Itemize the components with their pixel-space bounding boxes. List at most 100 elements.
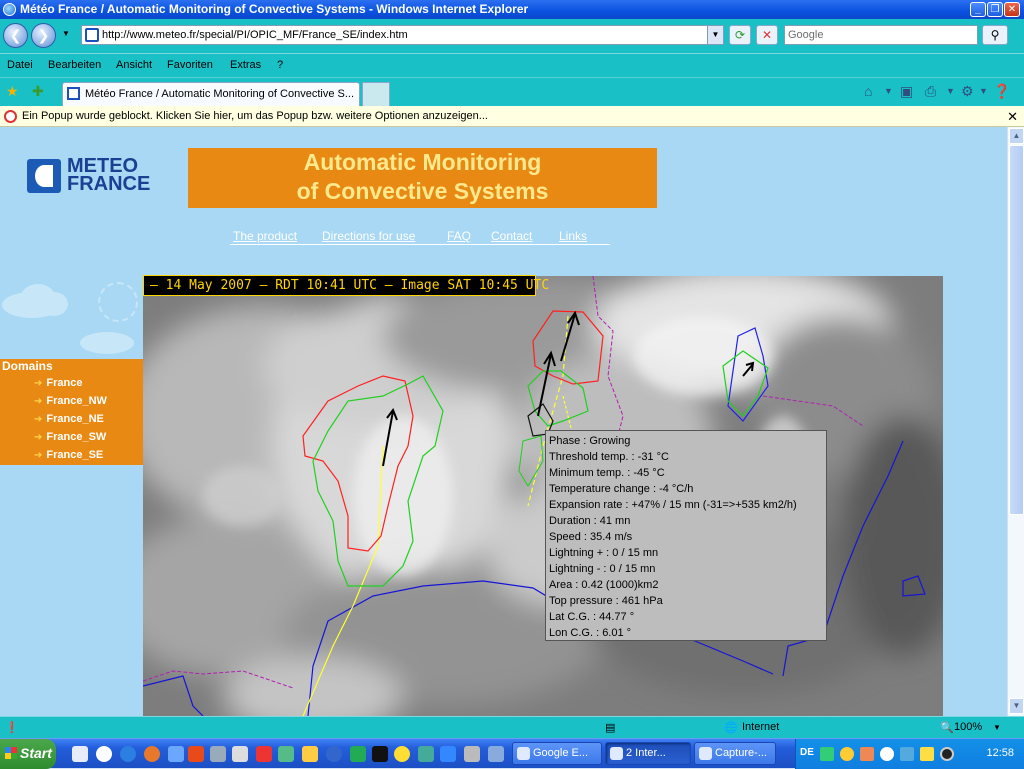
taskbar-app-google-earth[interactable]: Google E...	[512, 742, 602, 765]
new-tab-button[interactable]	[362, 82, 390, 106]
taskbar-app-label: 2 Inter...	[626, 747, 666, 759]
domain-france-ne[interactable]: France_NE	[34, 413, 103, 425]
home-dropdown-icon[interactable]: ▼	[884, 86, 893, 96]
menu-datei[interactable]: Datei	[7, 59, 33, 71]
taskbar-app-label: Capture-...	[715, 747, 767, 759]
warning-icon[interactable]: ❗	[5, 721, 19, 734]
info-temperature-change: Temperature change : -4 °C/h	[549, 483, 694, 495]
stop-button[interactable]: ✕	[756, 25, 778, 45]
tray-panda-icon[interactable]	[880, 747, 894, 761]
info-area: Area : 0.42 (1000)km2	[549, 579, 659, 591]
restore-button[interactable]: ❐	[987, 2, 1003, 17]
quicklaunch-tool-icon[interactable]	[210, 746, 226, 762]
scroll-up-icon[interactable]: ▲	[1009, 128, 1024, 144]
taskbar-app-internet-explorer[interactable]: 2 Inter...	[605, 742, 691, 765]
home-icon[interactable]: ⌂	[864, 83, 872, 99]
menu-ansicht[interactable]: Ansicht	[116, 59, 152, 71]
cell-info-panel: Phase : Growing Threshold temp. : -31 °C…	[545, 430, 827, 641]
tray-network-icon[interactable]	[820, 747, 834, 761]
menu-extras[interactable]: Extras	[230, 59, 261, 71]
start-button[interactable]: Start	[0, 739, 56, 769]
infobar-close-icon[interactable]: ✕	[1007, 106, 1018, 127]
search-button[interactable]: ⚲	[982, 25, 1008, 45]
back-button[interactable]: ❮	[3, 23, 28, 48]
window-title: Météo France / Automatic Monitoring of C…	[20, 2, 529, 16]
quicklaunch-eye-icon[interactable]	[326, 746, 342, 762]
nav-links[interactable]: Links	[559, 229, 587, 243]
minimize-button[interactable]: _	[970, 2, 986, 17]
domains-title: Domains	[2, 359, 53, 373]
page-banner: Automatic Monitoring of Convective Syste…	[188, 148, 657, 208]
close-button[interactable]: ✕	[1004, 2, 1020, 17]
menu-help[interactable]: ?	[277, 59, 283, 71]
logo-text: METEO FRANCE	[67, 156, 150, 194]
language-indicator[interactable]: DE	[800, 747, 814, 758]
quicklaunch-chart-icon[interactable]	[278, 746, 294, 762]
tools-gear-icon[interactable]: ⚙	[961, 83, 974, 100]
history-dropdown-icon[interactable]: ▼	[62, 29, 70, 38]
address-bar[interactable]: http://www.meteo.fr/special/PI/OPIC_MF/F…	[81, 25, 724, 45]
popup-blocked-infobar[interactable]: Ein Popup wurde geblockt. Klicken Sie hi…	[0, 106, 1024, 127]
quicklaunch-ie-icon[interactable]	[120, 746, 136, 762]
favorites-star-icon[interactable]: ★	[6, 83, 19, 100]
quicklaunch-desktop-icon[interactable]	[72, 746, 88, 762]
status-bar: ❗ ▤ 🌐 Internet 🔍 100% ▼	[0, 716, 1024, 738]
tab-meteo-france[interactable]: Météo France / Automatic Monitoring of C…	[62, 82, 360, 106]
page-icon	[67, 87, 80, 100]
infobar-text[interactable]: Ein Popup wurde geblockt. Klicken Sie hi…	[22, 110, 488, 122]
quicklaunch-extra-icon[interactable]	[464, 746, 480, 762]
taskbar-app-capture[interactable]: Capture-...	[694, 742, 776, 765]
zoom-level[interactable]: 100%	[954, 721, 982, 733]
tools-dropdown-icon[interactable]: ▼	[979, 86, 988, 96]
address-dropdown-icon[interactable]: ▼	[707, 26, 723, 44]
quicklaunch-pulse-icon[interactable]	[372, 746, 388, 762]
forward-button[interactable]: ❯	[31, 23, 56, 48]
quicklaunch-panda-icon[interactable]	[96, 746, 112, 762]
print-icon[interactable]: ⎙	[925, 83, 936, 100]
quicklaunch-calendar-icon[interactable]	[232, 746, 248, 762]
system-tray: DE 12:58	[795, 739, 1024, 769]
scroll-down-icon[interactable]: ▼	[1009, 698, 1024, 714]
nav-contact[interactable]: Contact	[491, 229, 532, 243]
meteo-france-logo[interactable]: METEO FRANCE	[27, 156, 153, 197]
feeds-icon[interactable]: ▣	[900, 83, 913, 100]
menu-bar: Datei Bearbeiten Ansicht Favoriten Extra…	[0, 53, 1024, 77]
quicklaunch-app-icon[interactable]	[168, 746, 184, 762]
tray-disc-icon[interactable]	[940, 747, 954, 761]
quicklaunch-more-icon[interactable]	[488, 746, 504, 762]
menu-bearbeiten[interactable]: Bearbeiten	[48, 59, 101, 71]
tray-security-icon[interactable]	[840, 747, 854, 761]
search-input[interactable]: Google	[784, 25, 978, 45]
menu-favoriten[interactable]: Favoriten	[167, 59, 213, 71]
address-url[interactable]: http://www.meteo.fr/special/PI/OPIC_MF/F…	[102, 29, 408, 41]
quicklaunch-sun-icon[interactable]	[394, 746, 410, 762]
zoom-dropdown-icon[interactable]: ▼	[993, 723, 1001, 732]
nav-the-product[interactable]: The product	[233, 229, 297, 243]
tray-pen-icon[interactable]	[920, 747, 934, 761]
tab-label: Météo France / Automatic Monitoring of C…	[85, 88, 355, 100]
quicklaunch-triangle-icon[interactable]	[256, 746, 272, 762]
print-dropdown-icon[interactable]: ▼	[946, 86, 955, 96]
taskbar-clock[interactable]: 12:58	[986, 747, 1014, 759]
domain-france-nw[interactable]: France_NW	[34, 395, 107, 407]
nav-faq[interactable]: FAQ	[447, 229, 471, 243]
quicklaunch-folder-icon[interactable]	[302, 746, 318, 762]
scroll-thumb[interactable]	[1009, 145, 1024, 515]
refresh-button[interactable]: ⟳	[729, 25, 751, 45]
quicklaunch-globe-icon[interactable]	[350, 746, 366, 762]
quicklaunch-map-icon[interactable]	[418, 746, 434, 762]
tray-update-icon[interactable]	[900, 747, 914, 761]
window-titlebar: Météo France / Automatic Monitoring of C…	[0, 0, 1024, 19]
quicklaunch-firefox-icon[interactable]	[144, 746, 160, 762]
zoom-icon[interactable]: 🔍	[940, 721, 954, 734]
tray-app-icon[interactable]	[860, 747, 874, 761]
nav-directions-for-use[interactable]: Directions for use	[322, 229, 415, 243]
add-favorite-icon[interactable]: ✚	[32, 83, 44, 100]
quicklaunch-mail-icon[interactable]	[188, 746, 204, 762]
help-icon[interactable]: ❓	[993, 83, 1010, 100]
domain-france-se[interactable]: France_SE	[34, 449, 103, 461]
domain-france[interactable]: France	[34, 377, 82, 389]
domain-france-sw[interactable]: France_SW	[34, 431, 106, 443]
quicklaunch-puzzle-icon[interactable]	[440, 746, 456, 762]
vertical-scrollbar[interactable]: ▲ ▼	[1007, 127, 1024, 716]
